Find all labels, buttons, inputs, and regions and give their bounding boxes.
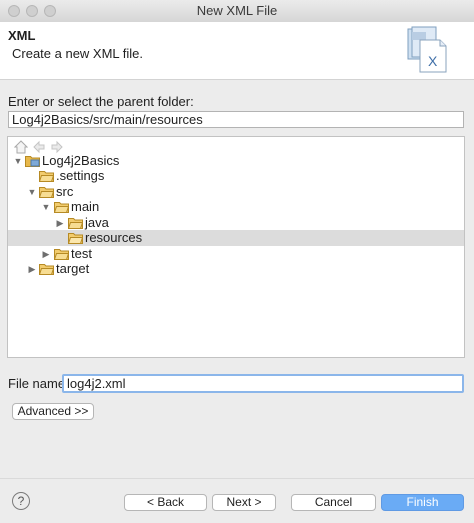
tree-item-log4j2basics[interactable]: ▼ Log4j2Basics [8,153,464,169]
back-button[interactable]: < Back [124,494,207,511]
project-folder-icon [25,156,40,167]
window-title: New XML File [196,3,278,18]
wizard-description: Create a new XML file. [12,46,144,61]
next-button[interactable]: Next > [212,494,276,511]
chevron-right-icon[interactable]: ▶ [41,246,51,262]
cancel-button[interactable]: Cancel [291,494,376,511]
file-name-input[interactable]: log4j2.xml [62,374,464,393]
tree-item-label: .settings [56,168,105,183]
wizard-header: XML Create a new XML file. X [0,22,474,80]
folder-tree[interactable]: ▼ Log4j2Basics .settings ▼ src ▼ main ▶ … [7,136,465,358]
xml-file-wizard-icon: X [407,26,447,73]
file-name-label: File name: [8,376,69,391]
wizard-title: XML [8,28,36,43]
forward-arrow-icon[interactable] [50,140,64,154]
parent-folder-input[interactable]: Log4j2Basics/src/main/resources [8,111,464,128]
tree-item-label: resources [85,230,143,245]
divider [0,478,474,479]
tree-item-settings[interactable]: .settings [8,168,464,184]
tree-item-src[interactable]: ▼ src [8,184,464,200]
chevron-down-icon[interactable]: ▼ [27,184,37,200]
tree-item-resources[interactable]: resources [8,230,464,246]
chevron-down-icon[interactable]: ▼ [41,199,51,215]
chevron-down-icon[interactable]: ▼ [13,153,23,169]
tree-item-label: test [71,246,92,261]
tree-item-java[interactable]: ▶ java [8,215,464,231]
tree-item-label: src [56,184,74,199]
home-icon[interactable] [14,140,28,154]
tree-item-test[interactable]: ▶ test [8,246,464,262]
tree-item-label: java [85,215,109,230]
finish-button[interactable]: Finish [381,494,464,511]
back-arrow-icon[interactable] [32,140,46,154]
svg-text:X: X [428,53,438,69]
title-bar: New XML File [0,0,474,23]
tree-item-label: main [71,199,100,214]
folder-icon [54,202,69,213]
folder-icon [39,171,54,182]
tree-item-label: Log4j2Basics [42,153,120,168]
tree-item-target[interactable]: ▶ target [8,261,464,277]
folder-icon [39,264,54,275]
chevron-right-icon[interactable]: ▶ [27,261,37,277]
parent-folder-label: Enter or select the parent folder: [8,94,194,109]
folder-icon [54,249,69,260]
folder-icon [68,218,83,229]
tree-item-label: target [56,261,90,276]
folder-icon [39,187,54,198]
tree-item-main[interactable]: ▼ main [8,199,464,215]
help-icon[interactable]: ? [12,492,30,510]
chevron-right-icon[interactable]: ▶ [55,215,65,231]
folder-open-icon [68,233,83,244]
advanced-button[interactable]: Advanced >> [12,403,94,420]
